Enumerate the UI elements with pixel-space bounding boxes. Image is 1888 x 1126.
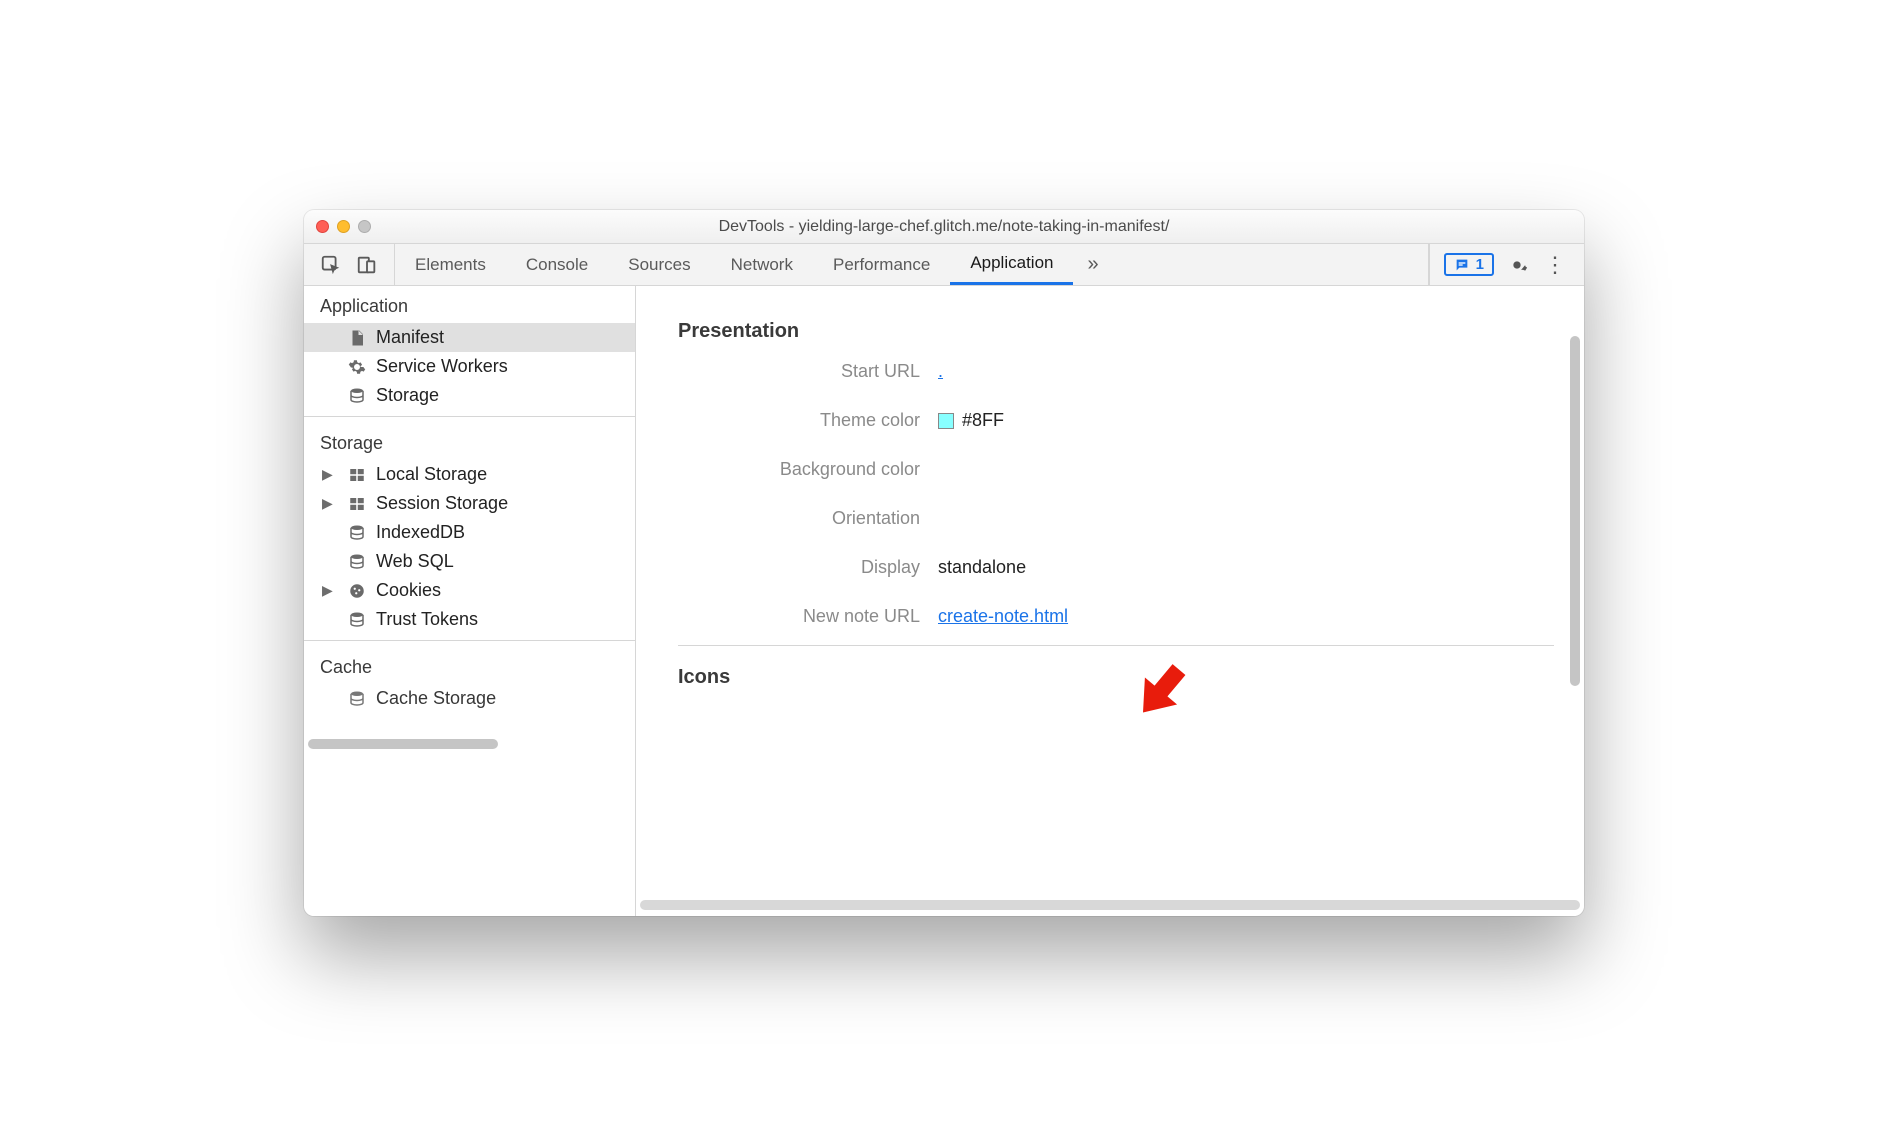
sidebar-item-storage-overview[interactable]: Storage (304, 381, 635, 410)
tabs-overflow-button[interactable]: » (1073, 253, 1112, 276)
theme-color-swatch (938, 413, 954, 429)
issues-badge[interactable]: 1 (1444, 253, 1494, 276)
tab-elements[interactable]: Elements (395, 244, 506, 285)
main-horizontal-scrollbar[interactable] (636, 894, 1584, 916)
sidebar-item-label: Cookies (376, 580, 441, 601)
sidebar-item-label: Trust Tokens (376, 609, 478, 630)
database-icon (348, 611, 366, 629)
sidebar-horizontal-scrollbar[interactable] (304, 733, 635, 755)
sidebar-scroll[interactable]: Application Manifest Service Workers (304, 286, 635, 733)
tab-console[interactable]: Console (506, 244, 608, 285)
row-new-note-url: New note URL create-note.html (678, 606, 1554, 627)
device-toolbar-icon[interactable] (356, 254, 378, 276)
value-theme-color: #8FF (962, 410, 1004, 431)
value-display: standalone (938, 557, 1026, 578)
sidebar-item-cache-storage[interactable]: Cache Storage (304, 684, 635, 713)
disclosure-triangle-icon[interactable]: ▶ (322, 495, 333, 512)
row-display: Display standalone (678, 557, 1554, 578)
sidebar-group-cache: Cache (304, 647, 635, 684)
sidebar-item-label: Manifest (376, 327, 444, 348)
disclosure-triangle-icon[interactable]: ▶ (322, 466, 333, 483)
sidebar-item-websql[interactable]: Web SQL (304, 547, 635, 576)
label-orientation: Orientation (678, 508, 938, 529)
sidebar-group-application: Application (304, 286, 635, 323)
sidebar-item-label: Local Storage (376, 464, 487, 485)
window-title: DevTools - yielding-large-chef.glitch.me… (304, 218, 1584, 236)
inspect-element-icon[interactable] (320, 254, 342, 276)
label-display: Display (678, 557, 938, 578)
disclosure-triangle-icon[interactable]: ▶ (322, 582, 333, 599)
database-icon (348, 387, 366, 405)
tab-network[interactable]: Network (711, 244, 813, 285)
label-theme-color: Theme color (678, 410, 938, 431)
sidebar-item-label: Storage (376, 385, 439, 406)
devtools-window: DevTools - yielding-large-chef.glitch.me… (304, 210, 1584, 916)
message-icon (1454, 257, 1470, 273)
sidebar-item-label: IndexedDB (376, 522, 465, 543)
gear-icon (348, 358, 366, 376)
zoom-window-button[interactable] (358, 220, 371, 233)
value-new-note-url[interactable]: create-note.html (938, 606, 1068, 627)
sidebar-item-indexeddb[interactable]: IndexedDB (304, 518, 635, 547)
content-area: Application Manifest Service Workers (304, 286, 1584, 916)
label-start-url: Start URL (678, 361, 938, 382)
traffic-lights (316, 220, 371, 233)
window-titlebar: DevTools - yielding-large-chef.glitch.me… (304, 210, 1584, 244)
sidebar: Application Manifest Service Workers (304, 286, 636, 916)
section-title-icons: Icons (678, 666, 1554, 689)
cookie-icon (348, 582, 366, 600)
file-icon (348, 329, 366, 347)
grid-icon (348, 495, 366, 513)
devtools-tabbar: Elements Console Sources Network Perform… (304, 244, 1584, 286)
tab-performance[interactable]: Performance (813, 244, 950, 285)
row-background-color: Background color (678, 459, 1554, 480)
tab-sources[interactable]: Sources (608, 244, 710, 285)
row-orientation: Orientation (678, 508, 1554, 529)
sidebar-item-session-storage[interactable]: ▶ Session Storage (304, 489, 635, 518)
sidebar-item-local-storage[interactable]: ▶ Local Storage (304, 460, 635, 489)
sidebar-item-trust-tokens[interactable]: Trust Tokens (304, 605, 635, 634)
tab-application[interactable]: Application (950, 244, 1073, 285)
main-panel: Presentation Start URL . Theme color #8F… (636, 286, 1584, 916)
sidebar-item-cookies[interactable]: ▶ Cookies (304, 576, 635, 605)
sidebar-item-label: Service Workers (376, 356, 508, 377)
sidebar-item-label: Session Storage (376, 493, 508, 514)
section-divider (678, 645, 1554, 646)
tabs-container: Elements Console Sources Network Perform… (395, 244, 1073, 285)
gear-icon (1506, 254, 1528, 276)
row-start-url: Start URL . (678, 361, 1554, 382)
database-icon (348, 553, 366, 571)
sidebar-item-manifest[interactable]: Manifest (304, 323, 635, 352)
sidebar-group-storage: Storage (304, 423, 635, 460)
database-icon (348, 690, 366, 708)
settings-button[interactable] (1506, 254, 1528, 276)
issues-count: 1 (1476, 256, 1484, 273)
minimize-window-button[interactable] (337, 220, 350, 233)
row-theme-color: Theme color #8FF (678, 410, 1554, 431)
close-window-button[interactable] (316, 220, 329, 233)
more-options-button[interactable]: ⋮ (1540, 252, 1570, 278)
label-background-color: Background color (678, 459, 938, 480)
sidebar-item-label: Cache Storage (376, 688, 496, 709)
sidebar-item-label: Web SQL (376, 551, 454, 572)
sidebar-item-service-workers[interactable]: Service Workers (304, 352, 635, 381)
value-start-url[interactable]: . (938, 361, 943, 382)
main-scroll[interactable]: Presentation Start URL . Theme color #8F… (636, 286, 1584, 894)
label-new-note-url: New note URL (678, 606, 938, 627)
section-title-presentation: Presentation (678, 320, 1554, 343)
database-icon (348, 524, 366, 542)
grid-icon (348, 466, 366, 484)
main-vertical-scrollbar[interactable] (1570, 336, 1580, 686)
